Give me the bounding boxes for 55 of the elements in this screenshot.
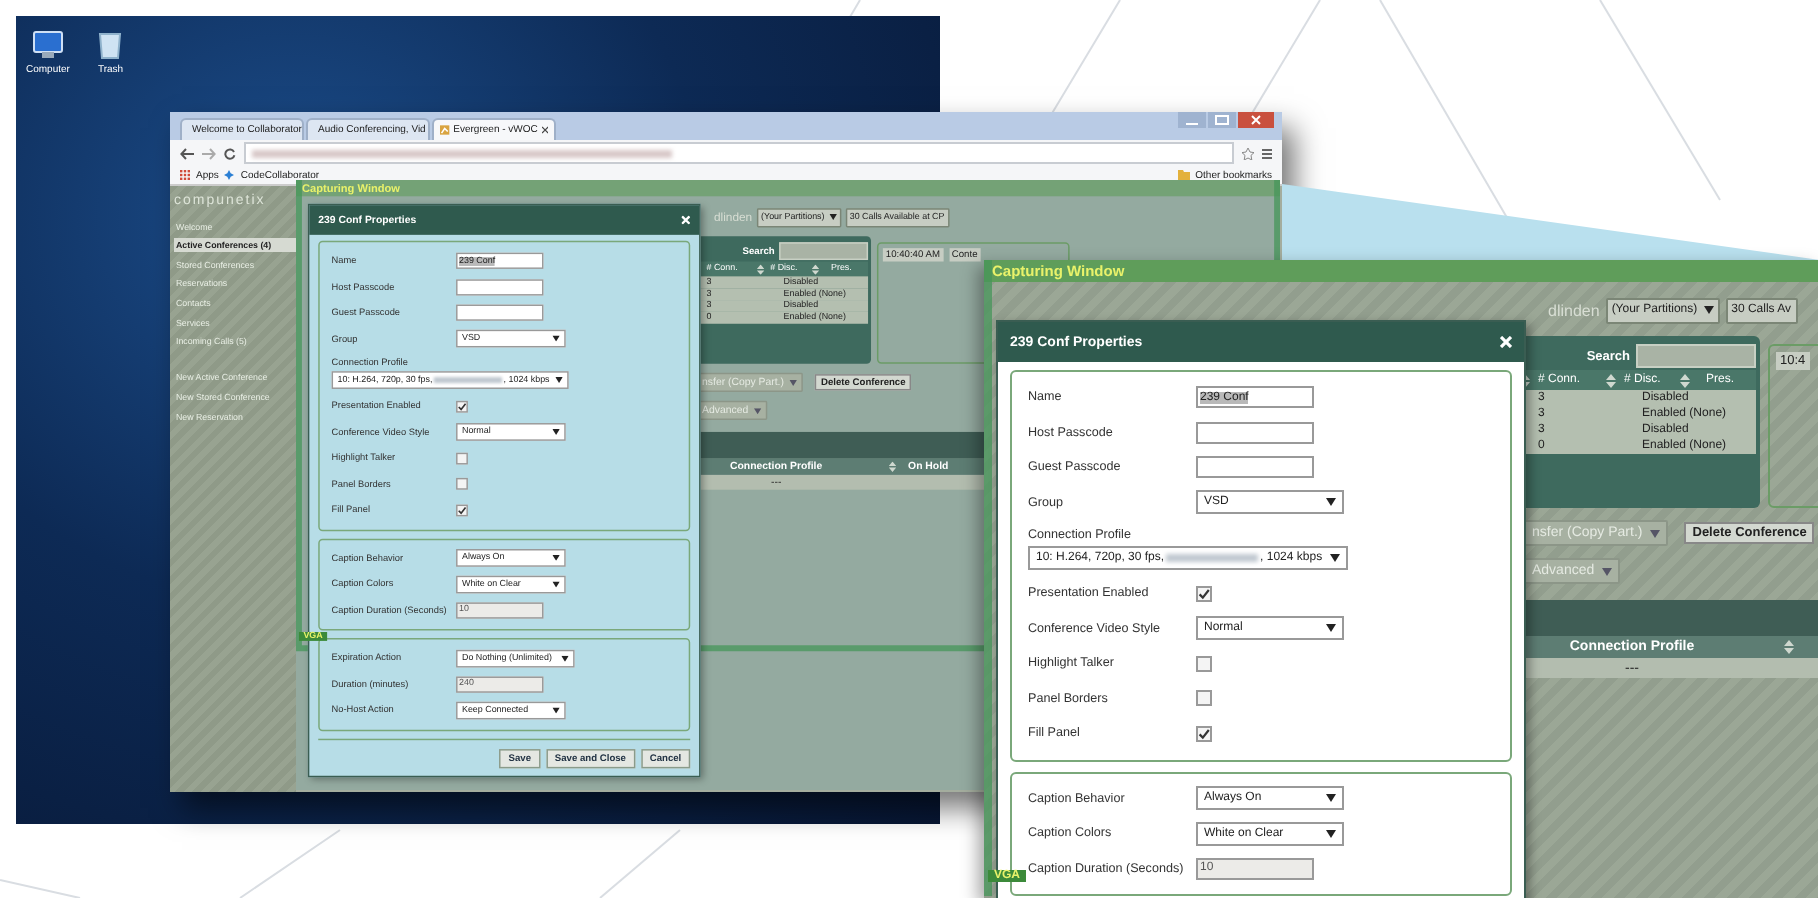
back-icon[interactable] [180, 147, 194, 159]
caret-icon [555, 376, 563, 383]
checkbox[interactable] [1196, 585, 1212, 602]
caret-icon [552, 429, 560, 436]
checkbox[interactable] [456, 400, 468, 413]
checkbox[interactable] [456, 504, 468, 517]
caret-icon [1650, 529, 1661, 537]
reload-icon[interactable] [224, 147, 236, 159]
sort-icon[interactable] [1520, 373, 1530, 387]
caret-icon [789, 379, 798, 386]
sort-icon[interactable] [811, 263, 820, 275]
maximize-icon[interactable] [1208, 112, 1236, 128]
close-icon[interactable] [541, 126, 548, 134]
user-name: dlinden [1548, 301, 1600, 319]
checkbox[interactable] [456, 452, 468, 465]
caret-icon [1703, 306, 1714, 314]
caret-icon [1326, 829, 1336, 838]
caret-icon [1326, 498, 1336, 507]
minimize-icon[interactable] [1178, 112, 1206, 128]
sort-icon[interactable] [756, 263, 765, 275]
chart-icon [440, 124, 450, 136]
caret-icon [552, 581, 560, 588]
checkbox[interactable] [1196, 655, 1212, 672]
sort-icon[interactable] [1606, 373, 1616, 387]
search-field[interactable] [1636, 344, 1756, 368]
address-field[interactable] [244, 142, 1234, 164]
computer-icon[interactable] [31, 30, 64, 60]
menu-icon[interactable] [1262, 147, 1272, 159]
sort-icon[interactable] [1680, 373, 1690, 387]
caret-icon [1602, 567, 1613, 575]
blurred-text [433, 376, 503, 383]
trash-icon[interactable] [98, 30, 123, 60]
caret-icon [552, 707, 560, 714]
caret-icon [1326, 624, 1336, 633]
star-icon [224, 170, 235, 180]
checkbox[interactable] [1196, 690, 1212, 707]
input-field[interactable] [1196, 421, 1314, 444]
forward-icon[interactable] [202, 147, 216, 159]
star-icon[interactable] [1242, 147, 1254, 159]
apps-grid-icon[interactable] [180, 170, 190, 180]
blurred-text [1166, 553, 1259, 561]
checkbox[interactable] [1196, 725, 1212, 742]
caret-icon [552, 555, 560, 562]
caret-icon [1326, 794, 1336, 803]
input-field[interactable] [456, 304, 544, 322]
caret-icon [552, 336, 560, 342]
input-field[interactable] [456, 278, 544, 296]
input-field[interactable] [1196, 456, 1314, 479]
search-field[interactable] [779, 242, 869, 261]
close-icon[interactable] [1238, 112, 1274, 128]
checkbox[interactable] [456, 478, 468, 491]
caret-icon [754, 407, 762, 414]
caret-icon [828, 214, 837, 220]
caret-icon [1330, 553, 1341, 561]
caret-icon [560, 655, 569, 662]
